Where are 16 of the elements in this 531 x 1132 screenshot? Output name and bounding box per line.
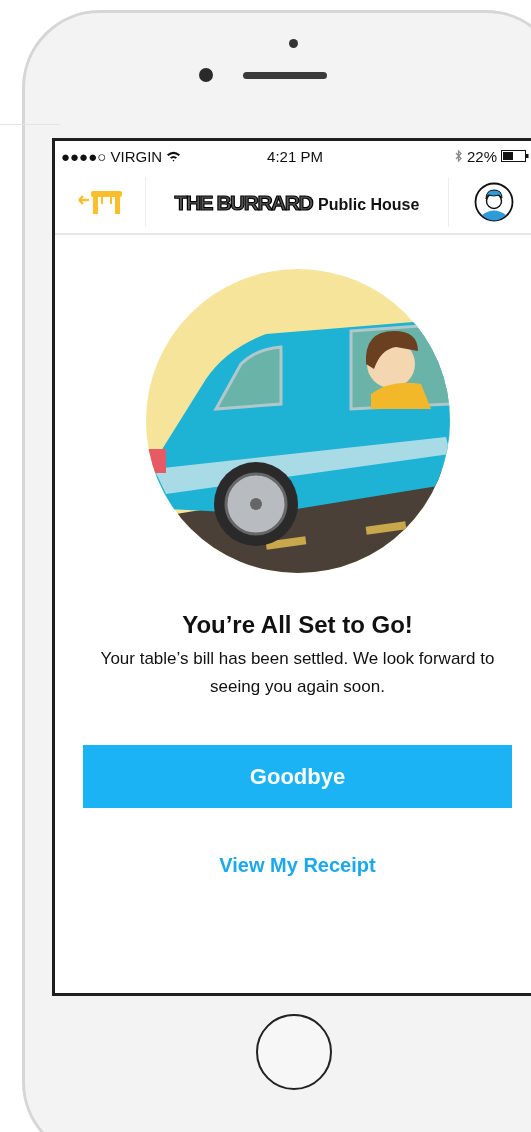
venue-subtitle: Public House <box>318 196 420 214</box>
speaker-slot-icon <box>243 71 327 79</box>
confirmation-heading: You’re All Set to Go! <box>182 611 413 639</box>
clock-time: 4:21 PM <box>267 147 323 165</box>
camera-icon <box>199 68 213 82</box>
battery-percent: 22% <box>466 147 497 165</box>
carrier-label: ●●●●○ VIRGIN <box>61 147 163 165</box>
bluetooth-icon <box>454 149 463 163</box>
sensor-dot-icon <box>288 39 298 48</box>
venue-logo: THE BURRARD <box>174 191 313 215</box>
battery-icon <box>501 150 529 162</box>
goodbye-button[interactable]: Goodbye <box>83 745 512 808</box>
profile-avatar-icon[interactable] <box>474 182 514 222</box>
confirmation-message: Your table’s bill has been settled. We look forward to seeing you again soon. <box>99 648 496 698</box>
view-receipt-link[interactable]: View My Receipt <box>219 854 376 877</box>
wifi-icon <box>166 150 182 162</box>
